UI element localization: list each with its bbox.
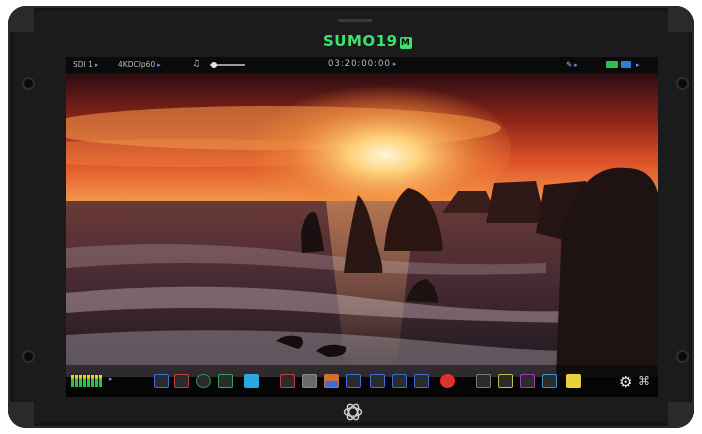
brand-logo: SUMO19 M [323,32,412,50]
volume-knob[interactable] [210,62,217,68]
audio-level-meters [71,375,111,387]
monitor-device: SUMO19 M SDI 1 ▸ 4KDCIp60 ▸ ♫ 03:20:00:00 ▸ … [8,6,694,428]
mount-screw [24,79,33,88]
status-bar: SDI 1 ▸ 4KDCIp60 ▸ ♫ 03:20:00:00 ▸ ✎ ▸ ▸ [66,57,658,73]
gear-icon[interactable]: ⚙ [619,373,632,391]
atomos-logo-icon[interactable]: ⌘ [638,374,650,388]
battery-a-indicator [606,61,618,68]
zebra-tool-button[interactable] [218,374,233,388]
bumper-corner-bottom-right [668,402,694,428]
yellow-tool-button[interactable] [566,374,581,388]
mount-screw [678,79,687,88]
aspect-tool-button[interactable] [392,374,407,388]
atomos-logo-icon [343,403,363,421]
bumper-corner-top-right [668,6,694,32]
anamorphic-tool-button[interactable] [414,374,429,388]
false-color-tool-button[interactable] [244,374,259,388]
top-slot [338,19,372,22]
volume-slider[interactable] [210,62,245,68]
playback-tool-button[interactable] [476,374,491,388]
histogram-tool-button[interactable] [324,374,339,388]
timecode-display[interactable]: 03:20:00:00 ▸ [328,59,397,69]
rgb-parade-tool-button[interactable] [370,374,385,388]
focus-peaking-tool-button[interactable] [196,374,211,388]
lut-tool-button[interactable] [346,374,361,388]
resolution-selector[interactable]: 4KDCIp60 ▸ [118,60,161,69]
headphone-icon[interactable]: ♫ [192,59,200,69]
input-selector[interactable]: SDI 1 ▸ [73,60,98,69]
battery-b-indicator [621,61,631,68]
frame-guides-tool-button[interactable] [302,374,317,388]
bottom-toolbar: ▸ ⚙ ⌘ [66,365,658,397]
bumper-corner-bottom-left [8,402,34,428]
bumper-corner-top-left [8,6,34,32]
waveform-tool-button[interactable] [154,374,169,388]
scope-c-tool-button[interactable] [542,374,557,388]
vectorscope-tool-button[interactable] [174,374,189,388]
mount-screw [24,352,33,361]
live-video-image [66,73,658,377]
record-mode-tool-button[interactable] [440,374,455,388]
scope-b-tool-button[interactable] [520,374,535,388]
scope-a-tool-button[interactable] [498,374,513,388]
display-screen[interactable]: SDI 1▸ 4KDCIp60▸ ♫ 03:20:00:00▸ ✎▸ ▸ [66,57,658,397]
red-channel-tool-button[interactable] [280,374,295,388]
audio-menu-arrow[interactable]: ▸ [109,375,113,383]
power-menu-arrow[interactable]: ▸ [634,60,640,69]
pencil-icon[interactable]: ✎ ▸ [566,60,578,69]
mount-screw [678,352,687,361]
